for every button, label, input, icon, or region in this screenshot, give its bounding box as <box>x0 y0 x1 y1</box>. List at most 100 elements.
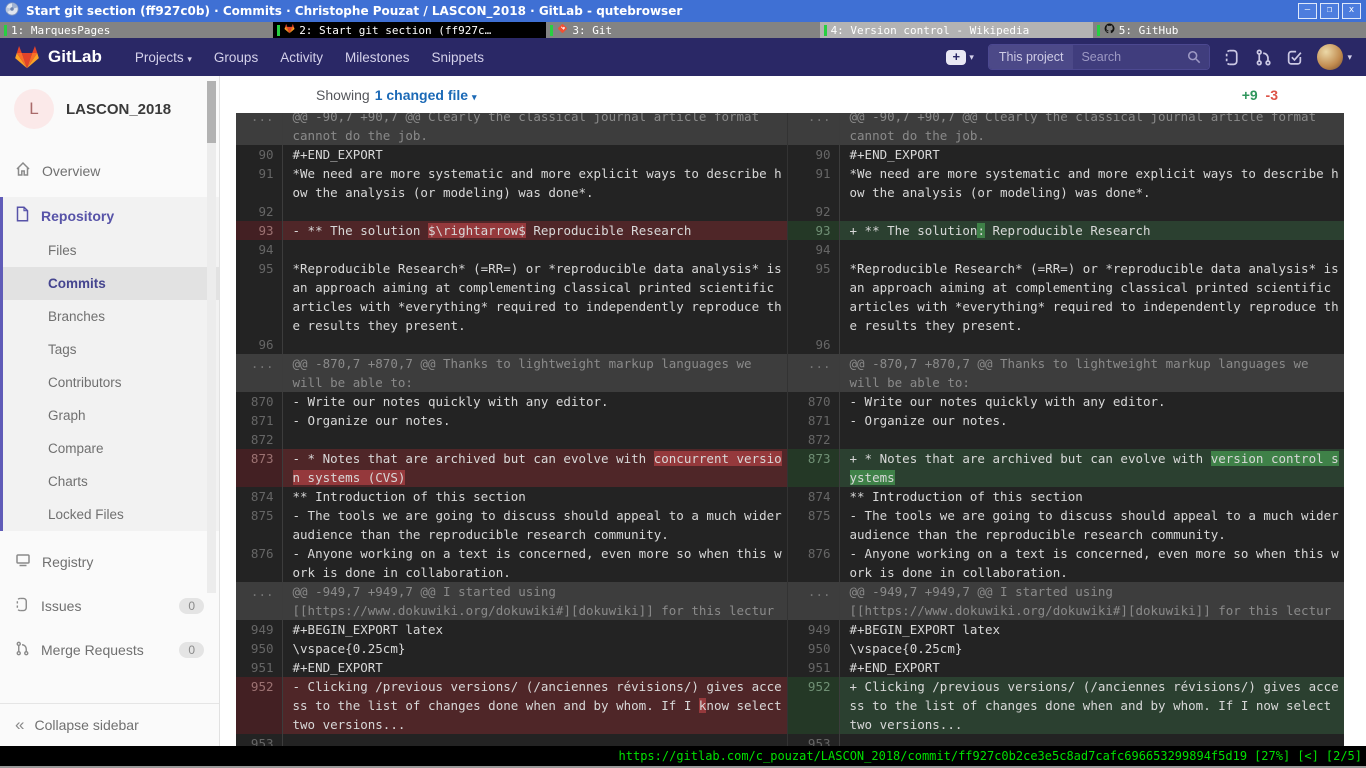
sidebar-item-charts[interactable]: Charts <box>3 465 219 498</box>
sidebar-item-registry[interactable]: Registry <box>0 543 219 580</box>
new-line-number[interactable]: 874 <box>787 487 839 506</box>
gitlab-brand[interactable]: GitLab <box>48 47 102 67</box>
sidebar-item-commits[interactable]: Commits <box>3 267 219 300</box>
sidebar-item-compare[interactable]: Compare <box>3 432 219 465</box>
new-line-number[interactable]: 873 <box>787 449 839 487</box>
user-menu[interactable]: ▾ <box>1317 44 1352 70</box>
old-line-number[interactable]: 94 <box>236 240 282 259</box>
sidebar-item-locked-files[interactable]: Locked Files <box>3 498 219 531</box>
diff-row: 872 872 <box>236 430 1344 449</box>
restore-button[interactable]: ❐ <box>1320 3 1339 19</box>
collapse-sidebar-button[interactable]: « Collapse sidebar <box>0 703 219 746</box>
old-line-number[interactable]: 871 <box>236 411 282 430</box>
sidebar-item-issues[interactable]: Issues0 <box>0 588 219 624</box>
old-line-number[interactable]: 96 <box>236 335 282 354</box>
diff-row: 875- The tools we are going to discuss s… <box>236 506 1344 544</box>
nav-activity[interactable]: Activity <box>280 50 323 65</box>
sidebar-item-tags[interactable]: Tags <box>3 333 219 366</box>
old-line-number[interactable]: 952 <box>236 677 282 734</box>
new-line-number[interactable]: 96 <box>787 335 839 354</box>
diff-row: 871- Organize our notes.871- Organize ou… <box>236 411 1344 430</box>
nav-groups[interactable]: Groups <box>214 50 258 65</box>
new-line-number[interactable]: 93 <box>787 221 839 240</box>
old-line-number[interactable]: 873 <box>236 449 282 487</box>
new-line-number[interactable]: 875 <box>787 506 839 544</box>
gitlab-logo-icon[interactable] <box>14 44 40 70</box>
old-line-number[interactable]: 870 <box>236 392 282 411</box>
old-line-number[interactable]: 90 <box>236 145 282 164</box>
issues-nav-icon[interactable] <box>1224 49 1241 66</box>
git-icon <box>557 23 568 37</box>
new-line-number[interactable]: 951 <box>787 658 839 677</box>
sidebar-scrollbar-thumb[interactable] <box>207 81 216 143</box>
old-line-number[interactable]: 950 <box>236 639 282 658</box>
old-line-number[interactable]: 875 <box>236 506 282 544</box>
search-field <box>1073 45 1209 69</box>
new-line-number[interactable]: ... <box>787 582 839 620</box>
new-line-number[interactable]: 870 <box>787 392 839 411</box>
old-line-number[interactable]: ... <box>236 113 282 145</box>
new-menu-button[interactable]: + ▾ <box>946 50 974 65</box>
old-line-number[interactable]: 876 <box>236 544 282 582</box>
old-line-number[interactable]: 874 <box>236 487 282 506</box>
sidebar-item-branches[interactable]: Branches <box>3 300 219 333</box>
sidebar-item-graph[interactable]: Graph <box>3 399 219 432</box>
sidebar-item-contributors[interactable]: Contributors <box>3 366 219 399</box>
old-line-number[interactable]: ... <box>236 582 282 620</box>
hunk-header: @@ -90,7 +90,7 @@ Clearly the classical … <box>282 113 787 145</box>
browser-tab-3[interactable]: 3: Git <box>546 22 819 38</box>
old-line-number[interactable]: 95 <box>236 259 282 335</box>
browser-tab-4[interactable]: 4: Version control - Wikipedia <box>820 22 1093 38</box>
browser-tab-2[interactable]: 2: Start git section (ff927c… <box>273 22 546 38</box>
browser-tab-5[interactable]: 5: GitHub <box>1093 22 1366 38</box>
search-input[interactable] <box>1081 50 1181 64</box>
new-line-number[interactable]: ... <box>787 113 839 145</box>
new-line-number[interactable]: 950 <box>787 639 839 658</box>
new-line-number[interactable]: 94 <box>787 240 839 259</box>
old-line-number[interactable]: ... <box>236 354 282 392</box>
old-line-number[interactable]: 953 <box>236 734 282 746</box>
old-line-number[interactable]: 949 <box>236 620 282 639</box>
old-line-number[interactable]: 951 <box>236 658 282 677</box>
changed-files-dropdown[interactable]: 1 changed file ▾ <box>375 87 477 103</box>
context-line <box>839 430 1344 449</box>
old-line-number[interactable]: 92 <box>236 202 282 221</box>
showing-label: Showing <box>316 87 370 103</box>
new-line-number[interactable]: 872 <box>787 430 839 449</box>
merge-requests-nav-icon[interactable] <box>1255 49 1272 66</box>
context-line <box>282 202 787 221</box>
new-line-number[interactable]: 949 <box>787 620 839 639</box>
context-line: #+END_EXPORT <box>282 658 787 677</box>
close-button[interactable]: x <box>1342 3 1361 19</box>
new-line-number[interactable]: 876 <box>787 544 839 582</box>
project-header[interactable]: L LASCON_2018 <box>0 76 219 144</box>
sidebar-item-files[interactable]: Files <box>3 234 219 267</box>
old-line-number[interactable]: 872 <box>236 430 282 449</box>
todos-nav-icon[interactable] <box>1286 49 1303 66</box>
diff-row: 949#+BEGIN_EXPORT latex949#+BEGIN_EXPORT… <box>236 620 1344 639</box>
changed-word-highlight: : <box>977 223 985 238</box>
added-line: + Clicking /previous versions/ (/ancienn… <box>839 677 1344 734</box>
nav-milestones[interactable]: Milestones <box>345 50 410 65</box>
new-line-number[interactable]: 871 <box>787 411 839 430</box>
new-line-number[interactable]: 952 <box>787 677 839 734</box>
sidebar-scrollbar[interactable] <box>207 81 216 593</box>
sidebar-item-merge-requests[interactable]: Merge Requests0 <box>0 632 219 668</box>
new-line-number[interactable]: 95 <box>787 259 839 335</box>
tab-label: 5: GitHub <box>1119 24 1179 37</box>
old-line-number[interactable]: 91 <box>236 164 282 202</box>
new-line-number[interactable]: 92 <box>787 202 839 221</box>
old-line-number[interactable]: 93 <box>236 221 282 240</box>
new-line-number[interactable]: 90 <box>787 145 839 164</box>
diff-row: 92 92 <box>236 202 1344 221</box>
nav-projects[interactable]: Projects ▾ <box>135 50 192 65</box>
sidebar-item-overview[interactable]: Overview <box>0 152 219 189</box>
sidebar-item-repository[interactable]: Repository <box>3 197 219 234</box>
minimize-button[interactable]: – <box>1298 3 1317 19</box>
new-line-number[interactable]: ... <box>787 354 839 392</box>
new-line-number[interactable]: 953 <box>787 734 839 746</box>
browser-tab-1[interactable]: 1: MarquesPages <box>0 22 273 38</box>
search-icon[interactable] <box>1187 50 1201 64</box>
nav-snippets[interactable]: Snippets <box>432 50 485 65</box>
new-line-number[interactable]: 91 <box>787 164 839 202</box>
